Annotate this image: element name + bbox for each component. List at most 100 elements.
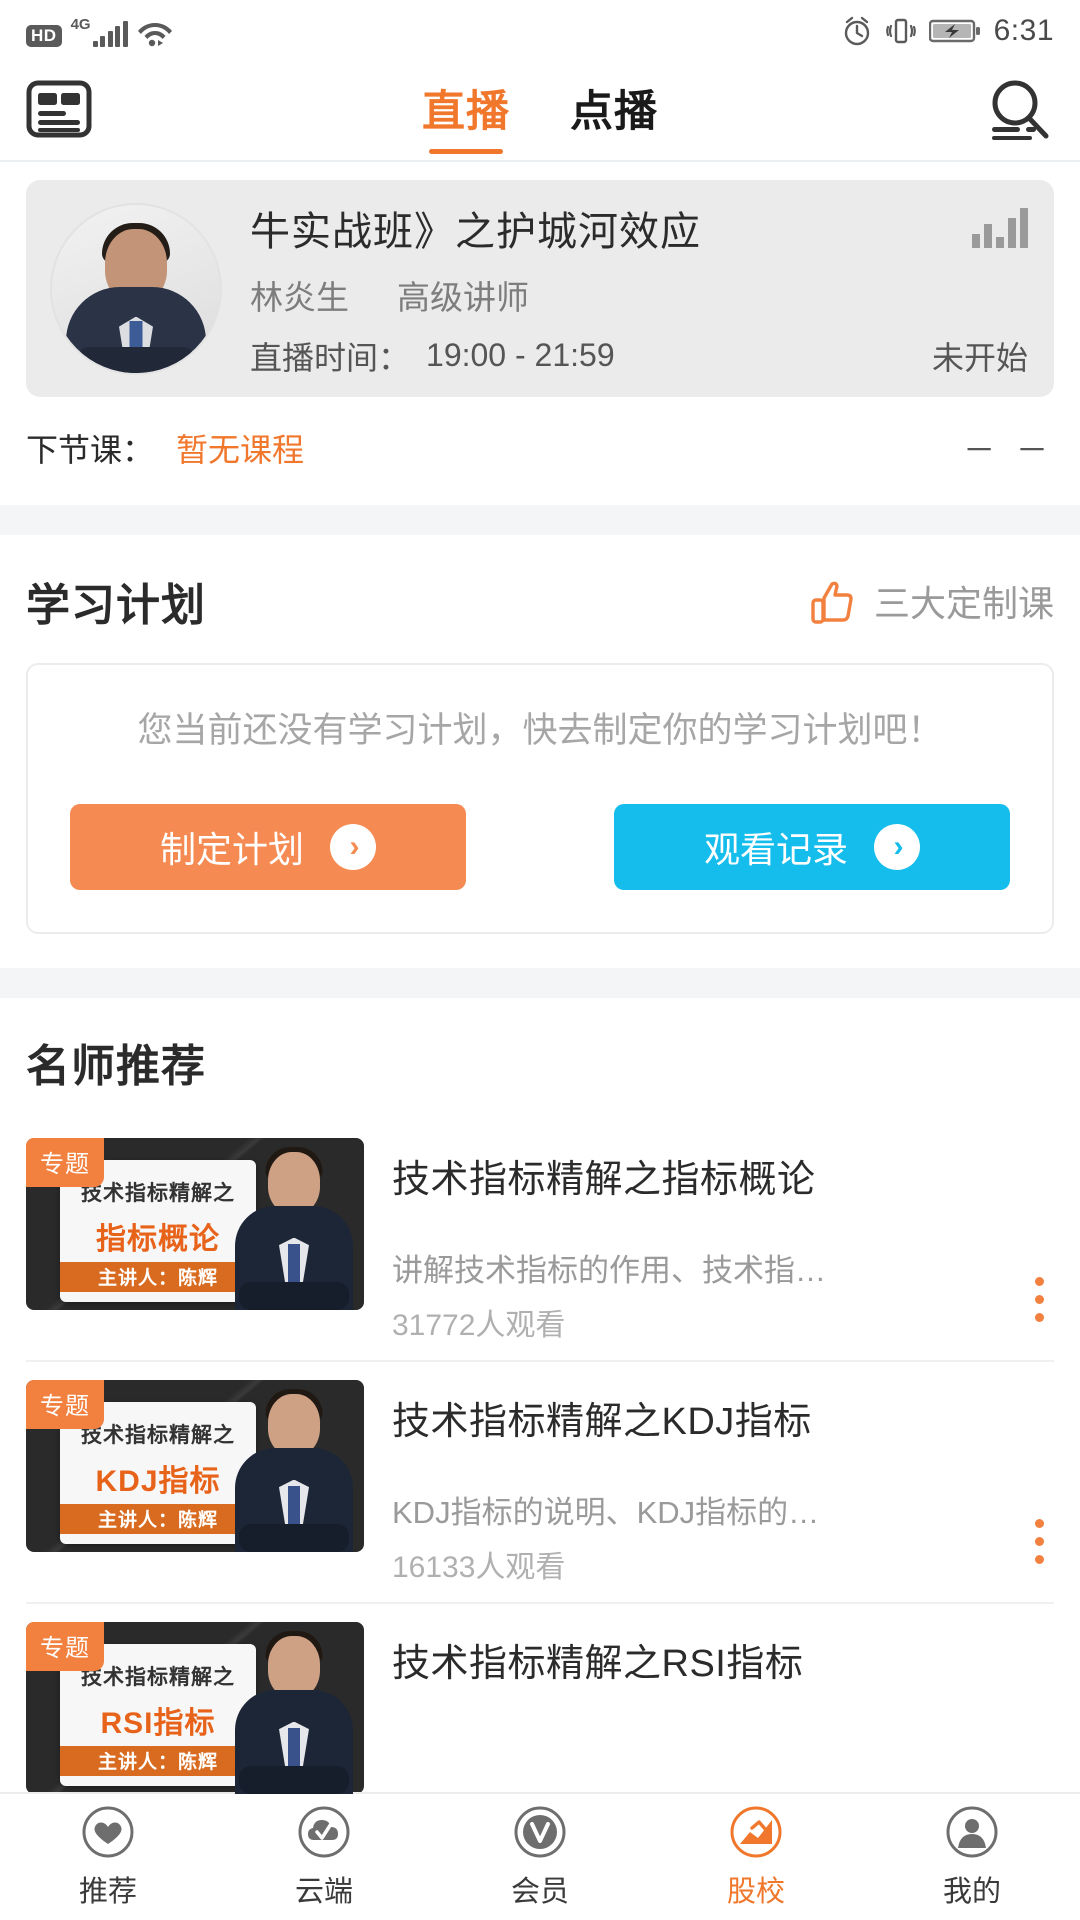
wifi-icon xyxy=(137,22,172,46)
course-text: 技术指标精解之KDJ指标 KDJ指标的说明、KDJ指标的… 16133人观看 xyxy=(364,1380,1054,1586)
course-thumbnail: 专题 技术指标精解之 指标概论 主讲人：陈辉 xyxy=(26,1137,364,1310)
watch-history-button[interactable]: 观看记录 › xyxy=(614,803,1010,890)
thumbnail-line2: RSI指标 xyxy=(100,1706,216,1740)
recommend-list: 专题 技术指标精解之 指标概论 主讲人：陈辉 技术指标精解之指标概论 讲解技术指… xyxy=(26,1120,1054,1810)
live-course-info: 牛实战班》之护城河效应 林炎生 高级讲师 直播时间： 19:00 - 21:59… xyxy=(250,199,1028,379)
study-plan-actions: 制定计划 › 观看记录 › xyxy=(56,803,1024,890)
nav-label-recommend: 推荐 xyxy=(78,1876,137,1908)
custom-courses-link[interactable]: 三大定制课 xyxy=(808,575,1054,627)
nav-label-cloud: 云端 xyxy=(294,1876,353,1908)
nav-label-profile: 我的 xyxy=(942,1876,1001,1908)
live-teacher-row: 林炎生 高级讲师 xyxy=(250,271,1028,319)
create-plan-label: 制定计划 xyxy=(159,828,304,870)
thumbnail-line1: 技术指标精解之 xyxy=(81,1423,235,1447)
list-item[interactable]: 专题 技术指标精解之 KDJ指标 主讲人：陈辉 技术指标精解之KDJ指标 KDJ… xyxy=(26,1359,1054,1602)
kebab-menu-icon[interactable] xyxy=(1029,1271,1050,1328)
nav-label-stock-school: 股校 xyxy=(726,1876,785,1908)
topic-badge: 专题 xyxy=(26,1379,104,1429)
teacher-avatar xyxy=(50,202,222,375)
next-lesson-time: － － xyxy=(963,432,1054,468)
thumbs-up-icon xyxy=(811,581,853,624)
section-gap xyxy=(0,505,1080,535)
user-icon xyxy=(946,1806,998,1858)
live-card-section: 牛实战班》之护城河效应 林炎生 高级讲师 直播时间： 19:00 - 21:59… xyxy=(0,162,1080,397)
thumbnail-line1: 技术指标精解之 xyxy=(81,1665,235,1689)
course-description: KDJ指标的说明、KDJ指标的… xyxy=(392,1494,820,1530)
nav-item-member[interactable]: 会员 xyxy=(432,1804,648,1910)
course-view-count: 16133人观看 xyxy=(392,1550,566,1584)
battery-charging-icon xyxy=(928,19,980,43)
teacher-title: 高级讲师 xyxy=(397,278,529,316)
search-icon[interactable] xyxy=(982,73,1054,150)
network-type-label: 4G xyxy=(70,15,91,33)
live-title-row: 牛实战班》之护城河效应 xyxy=(250,199,1028,257)
course-description: 讲解技术指标的作用、技术指… xyxy=(392,1252,826,1288)
study-plan-empty-text: 您当前还没有学习计划，快去制定你的学习计划吧！ xyxy=(137,711,943,750)
live-status-badge: 未开始 xyxy=(931,339,1028,376)
nav-item-profile[interactable]: 我的 xyxy=(864,1804,1080,1910)
thumbnail-presenter: 主讲人：陈辉 xyxy=(60,1745,256,1776)
bottom-navigation-bar: 推荐 云端 会员 股校 我的 xyxy=(0,1792,1080,1920)
topic-badge: 专题 xyxy=(26,1137,104,1187)
live-course-title: 牛实战班》之护城河效应 xyxy=(250,209,701,254)
channel-tabs: 直播 点播 xyxy=(0,62,1080,160)
signal-level-icon xyxy=(972,207,1028,248)
heart-icon xyxy=(82,1806,134,1858)
presenter-photo xyxy=(230,1144,358,1310)
course-view-count: 31772人观看 xyxy=(392,1308,566,1342)
list-item[interactable]: 专题 技术指标精解之 指标概论 主讲人：陈辉 技术指标精解之指标概论 讲解技术指… xyxy=(26,1120,1054,1360)
signal-bars-icon: 4G xyxy=(71,16,128,47)
nav-label-member: 会员 xyxy=(510,1876,569,1908)
live-course-card[interactable]: 牛实战班》之护城河效应 林炎生 高级讲师 直播时间： 19:00 - 21:59… xyxy=(26,180,1054,397)
nav-item-stock-school[interactable]: 股校 xyxy=(648,1804,864,1910)
alarm-icon xyxy=(844,16,869,46)
status-bar-time: 6:31 xyxy=(993,14,1054,47)
course-text: 技术指标精解之RSI指标 xyxy=(364,1622,1054,1794)
vibrate-icon xyxy=(885,18,916,44)
news-list-icon[interactable] xyxy=(26,80,92,143)
thumbnail-presenter: 主讲人：陈辉 xyxy=(60,1261,256,1292)
live-time-label: 直播时间： xyxy=(250,339,411,376)
status-bar-left: HD 4G xyxy=(26,16,173,47)
status-bar: HD 4G 6:31 xyxy=(0,0,1080,62)
kebab-menu-icon[interactable] xyxy=(1029,1513,1050,1570)
chevron-right-icon: › xyxy=(330,823,376,870)
presenter-photo xyxy=(230,1386,358,1552)
hd-icon: HD xyxy=(26,24,62,47)
cloud-check-icon xyxy=(298,1806,350,1858)
study-plan-title: 学习计划 xyxy=(26,581,206,630)
tab-live[interactable]: 直播 xyxy=(422,77,510,154)
course-thumbnail: 专题 技术指标精解之 RSI指标 主讲人：陈辉 xyxy=(26,1621,364,1794)
topic-badge: 专题 xyxy=(26,1621,104,1671)
study-plan-header: 学习计划 三大定制课 xyxy=(26,569,1054,633)
signal-strength-bars xyxy=(92,20,128,47)
recommend-section: 名师推荐 专题 技术指标精解之 指标概论 主讲人：陈辉 技术指标精解之 指标概论 xyxy=(0,997,1080,1810)
stock-school-icon xyxy=(730,1806,782,1858)
recommend-title: 名师推荐 xyxy=(26,1041,206,1091)
course-title: 技术指标精解之KDJ指标 xyxy=(392,1400,812,1443)
study-plan-card: 您当前还没有学习计划，快去制定你的学习计划吧！ 制定计划 › 观看记录 › xyxy=(26,663,1054,934)
course-text: 技术指标精解之指标概论 讲解技术指标的作用、技术指… 31772人观看 xyxy=(364,1138,1054,1344)
section-gap-2 xyxy=(0,967,1080,998)
study-plan-section: 学习计划 三大定制课 您当前还没有学习计划，快去制定你的学习计划吧！ 制定计划 … xyxy=(0,535,1080,934)
presenter-photo xyxy=(230,1628,358,1794)
watch-history-label: 观看记录 xyxy=(703,828,848,870)
thumbnail-line2: 指标概论 xyxy=(96,1222,220,1256)
nav-item-recommend[interactable]: 推荐 xyxy=(0,1804,216,1910)
teacher-name: 林炎生 xyxy=(250,278,349,316)
next-lesson-label: 下节课： xyxy=(26,432,155,468)
next-lesson-value: 暂无课程 xyxy=(176,432,305,468)
course-thumbnail: 专题 技术指标精解之 KDJ指标 主讲人：陈辉 xyxy=(26,1379,364,1552)
nav-item-cloud[interactable]: 云端 xyxy=(216,1804,432,1910)
list-item[interactable]: 专题 技术指标精解之 RSI指标 主讲人：陈辉 技术指标精解之RSI指标 xyxy=(26,1601,1054,1810)
tab-vod[interactable]: 点播 xyxy=(570,77,658,145)
next-lesson-row[interactable]: 下节课： 暂无课程 － － xyxy=(0,397,1080,505)
live-time-value: 19:00 - 21:59 xyxy=(426,337,615,373)
live-time-row: 直播时间： 19:00 - 21:59 未开始 xyxy=(250,333,1028,379)
custom-courses-label: 三大定制课 xyxy=(873,583,1054,624)
thumbnail-line2: KDJ指标 xyxy=(95,1464,221,1498)
create-plan-button[interactable]: 制定计划 › xyxy=(70,803,466,890)
thumbnail-presenter: 主讲人：陈辉 xyxy=(60,1503,256,1534)
course-title: 技术指标精解之RSI指标 xyxy=(392,1642,804,1685)
status-bar-right: 6:31 xyxy=(841,14,1054,48)
